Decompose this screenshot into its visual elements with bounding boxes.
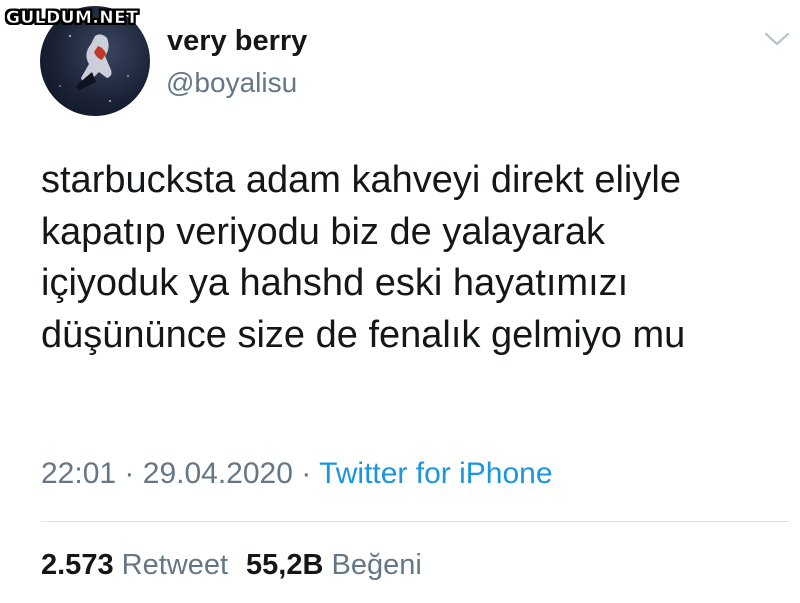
retweet-count[interactable]: 2.573 xyxy=(41,549,114,581)
chevron-down-icon[interactable] xyxy=(764,30,790,48)
tweet-text-line: düşününce size de fenalık gelmiyo mu xyxy=(41,313,686,356)
user-display-name[interactable]: very berry xyxy=(167,24,307,58)
tweet-date[interactable]: 29.04.2020 xyxy=(143,457,293,490)
tweet-stats: 2.573 Retweet 55,2B Beğeni xyxy=(41,547,422,583)
like-count[interactable]: 55,2B xyxy=(246,549,323,581)
meta-separator: · xyxy=(124,457,135,490)
meta-separator: · xyxy=(301,457,312,490)
tweet-time[interactable]: 22:01 xyxy=(41,457,116,490)
retweet-label[interactable]: Retweet xyxy=(122,549,228,581)
tweet-text-line: starbucksta adam kahveyi direkt eliyle xyxy=(41,159,681,201)
divider xyxy=(41,521,789,522)
tweet-text: starbucksta adam kahveyi direkt eliyle k… xyxy=(41,155,786,361)
tweet-text-line: içiyoduk ya hahshd eski hayatımızı xyxy=(41,262,629,304)
tweet-text-line: kapatıp veriyodu biz de yalayarak xyxy=(41,210,605,253)
site-watermark: GULDUM.NET xyxy=(6,8,139,29)
tweet-source-link[interactable]: Twitter for iPhone xyxy=(319,457,552,490)
tweet-meta: 22:01 · 29.04.2020 · Twitter for iPhone xyxy=(41,456,553,492)
user-handle[interactable]: @boyalisu xyxy=(166,66,297,100)
like-label[interactable]: Beğeni xyxy=(331,549,421,581)
